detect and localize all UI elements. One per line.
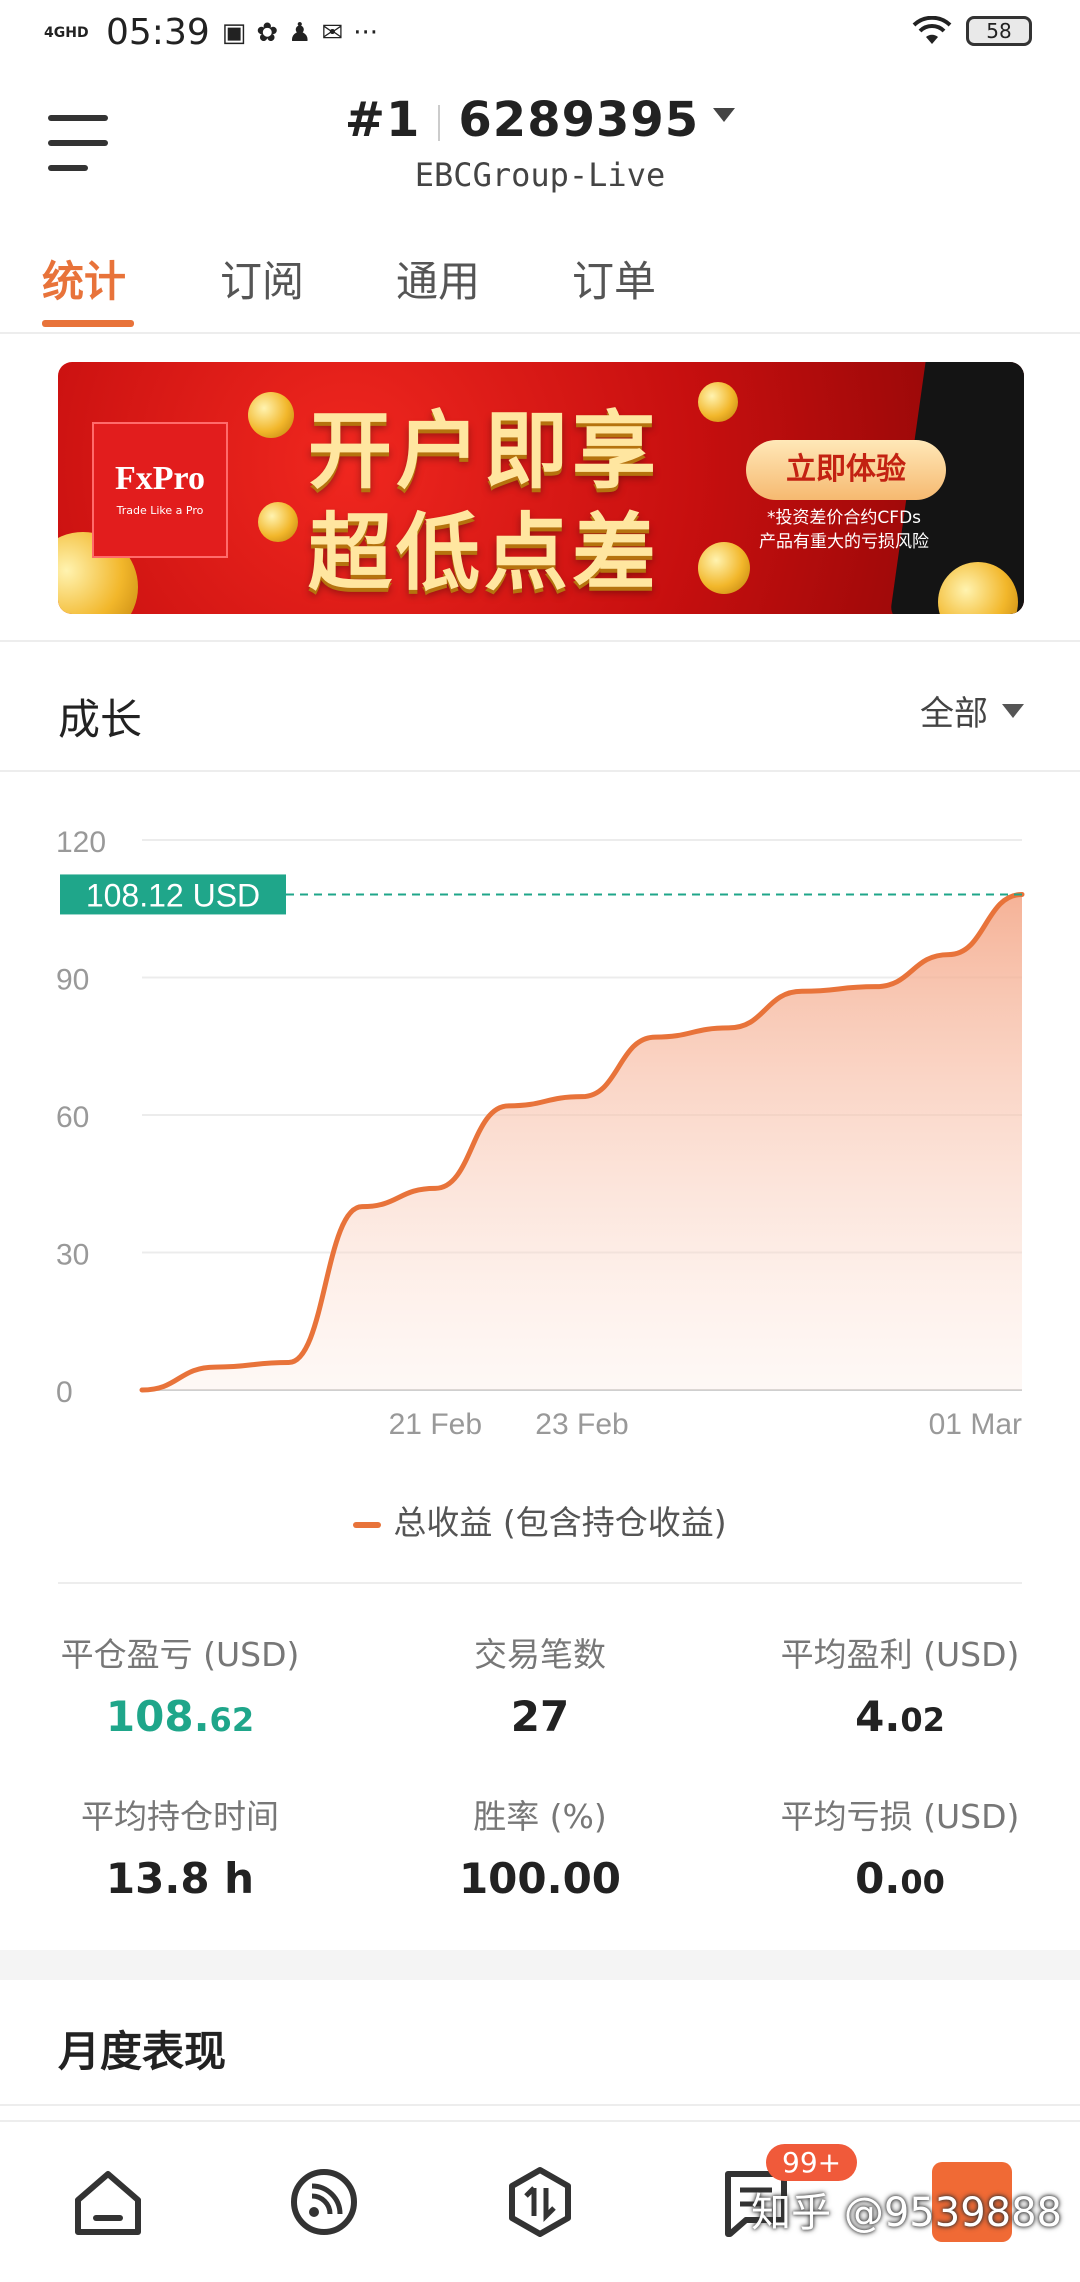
- x-tick-label: 21 Feb: [389, 1408, 482, 1441]
- current-value-label: 108.12 USD: [86, 877, 260, 913]
- stat-win-rate: 胜率 (%) 100.00: [458, 1797, 622, 1903]
- network-indicator: 4GHD: [44, 24, 89, 41]
- battery-indicator: 58: [966, 16, 1032, 46]
- x-tick-label: 01 Mar: [929, 1408, 1022, 1441]
- y-tick-label: 60: [56, 1101, 89, 1134]
- tab-bar: 统计 订阅 通用 订单: [0, 240, 1080, 334]
- promo-banner[interactable]: FxPro Trade Like a Pro 开户即享 超低点差 立即体验 *投…: [58, 362, 1024, 614]
- watermark: 知乎 @9539888: [751, 2190, 1062, 2236]
- coin-decoration: [258, 502, 298, 542]
- coin-decoration: [248, 392, 294, 438]
- banner-headline-2: 超低点差: [308, 504, 661, 602]
- account-dropdown-icon[interactable]: [713, 108, 736, 122]
- divider: [0, 640, 1080, 642]
- y-tick-label: 0: [56, 1376, 73, 1409]
- stat-trade-count: 交易笔数 27: [474, 1635, 606, 1741]
- chart-legend: 总收益 (包含持仓收益): [0, 1496, 1080, 1544]
- stat-avg-profit: 平均盈利 (USD) 4.02: [780, 1635, 1020, 1741]
- risk-warning: *投资差价合约CFDs 产品有重大的亏损风险: [759, 508, 929, 552]
- divider: [0, 2104, 1080, 2106]
- active-tab-indicator: [42, 320, 134, 327]
- message-badge: 99+: [766, 2144, 858, 2181]
- area-fill: [142, 894, 1022, 1390]
- status-bar: 4GHD 05:39 ▣ ✿ ♟ ✉ ··· 58: [0, 0, 1080, 72]
- chevron-down-icon: [1002, 703, 1024, 718]
- title-separator: [438, 105, 441, 141]
- x-tick-label: 23 Feb: [535, 1408, 628, 1441]
- server-name: EBCGroup-Live: [414, 156, 666, 194]
- tab-subscribe[interactable]: 订阅: [220, 248, 304, 309]
- home-icon[interactable]: [68, 2162, 148, 2242]
- divider: [0, 770, 1080, 772]
- signals-icon[interactable]: [284, 2162, 364, 2242]
- y-tick-label: 30: [56, 1239, 89, 1272]
- stat-closed-pnl: 平仓盈亏 (USD) 108.62: [60, 1635, 300, 1741]
- coin-decoration: [698, 382, 738, 422]
- legend-swatch: [353, 1521, 382, 1528]
- status-time: 05:39: [106, 12, 210, 53]
- range-select[interactable]: 全部: [920, 686, 1024, 735]
- growth-title: 成长: [58, 695, 143, 744]
- divider: [58, 1582, 1022, 1584]
- tab-orders[interactable]: 订单: [572, 248, 656, 309]
- trade-icon[interactable]: [500, 2162, 580, 2242]
- tab-general[interactable]: 通用: [396, 248, 480, 309]
- more-notifications-icon: ···: [353, 17, 379, 48]
- stat-avg-hold-time: 平均持仓时间 13.8 h: [81, 1797, 279, 1903]
- fxpro-logo: FxPro Trade Like a Pro: [92, 422, 228, 558]
- section-gap: [0, 1950, 1080, 1980]
- growth-chart-svg: 0 30 60 90 120 108.12 USD 21 Feb 23 Feb 01 Mar: [56, 826, 1025, 1441]
- wifi-icon: [912, 16, 952, 44]
- account-header[interactable]: #1 6289395 EBCGroup-Live: [0, 92, 1080, 194]
- legend-label: 总收益 (包含持仓收益): [393, 1503, 727, 1542]
- notification-app-icon: ▣: [221, 17, 247, 48]
- banner-cta-button[interactable]: 立即体验: [746, 440, 946, 500]
- account-number: 6289395: [458, 92, 700, 148]
- tab-stats[interactable]: 统计: [42, 248, 126, 309]
- growth-chart: 0 30 60 90 120 108.12 USD 21 Feb 23 Feb 01 Mar: [0, 790, 1080, 1490]
- y-tick-label: 120: [56, 826, 106, 859]
- qq-icon: ♟: [288, 17, 312, 48]
- monthly-title: 月度表现: [58, 2027, 227, 2076]
- mail-icon: ✉: [321, 17, 344, 48]
- range-value: 全部: [920, 694, 988, 734]
- wechat-icon: ✿: [256, 17, 279, 48]
- y-tick-label: 90: [56, 964, 89, 997]
- stat-avg-loss: 平均亏损 (USD) 0.00: [780, 1797, 1020, 1903]
- stats-grid: 平仓盈亏 (USD) 108.62 交易笔数 27 平均盈利 (USD) 4.0…: [0, 1628, 1080, 1928]
- account-rank: #1: [344, 92, 421, 148]
